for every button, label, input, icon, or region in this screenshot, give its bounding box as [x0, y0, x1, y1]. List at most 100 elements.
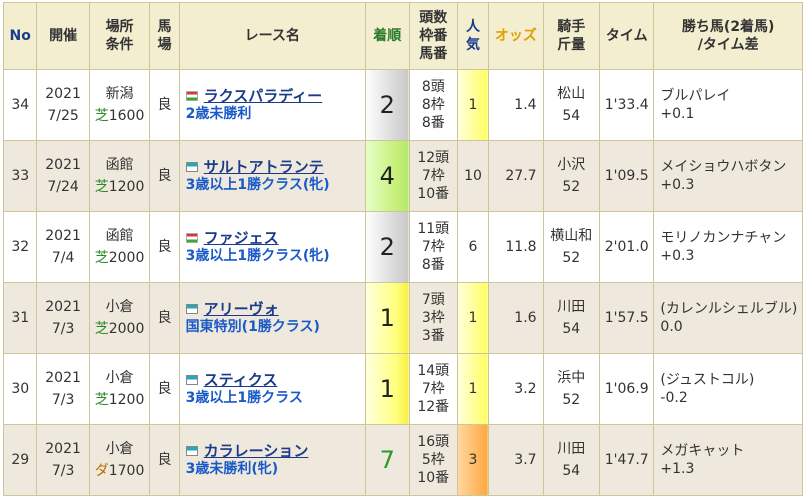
race-time: 2'01.0 [599, 211, 655, 283]
finish-position: 1 [364, 282, 410, 354]
finish-position: 1 [364, 353, 410, 425]
winner: メイショウハボタン +0.3 [653, 140, 803, 212]
jockey: 川田 54 [542, 424, 601, 496]
winner: メガキャット +1.3 [653, 424, 803, 496]
odds: 1.4 [488, 69, 544, 141]
table-row: 34 2021 7/25 新潟 芝1600 良ラクスパラディー 2歳未勝利 2 8頭 8枠 8番 1 1… [2, 69, 803, 141]
finish-position: 2 [364, 69, 410, 141]
race-time: 1'47.7 [599, 424, 655, 496]
finish-position: 7 [364, 424, 410, 496]
race-course: 函館 芝1200 [88, 140, 151, 212]
track-condition: 良 [149, 424, 180, 496]
popularity: 1 [456, 282, 490, 354]
horse-name-link[interactable]: スティクス [204, 371, 278, 389]
popularity: 1 [456, 69, 490, 141]
horse-name-link[interactable]: ラクスパラディー [204, 87, 323, 105]
col-race: レース名 [178, 2, 366, 70]
header-row: No 開催 場所 条件 馬場 レース名 着順 頭数 枠番 馬番 人気 オッズ 騎手 斤量… [2, 2, 803, 70]
table-row: 32 2021 7/4 函館 芝2000 良ファジェス 3歳以上1勝クラス(牝) 2 11頭 7枠… [2, 211, 803, 283]
col-time: タイム [599, 2, 655, 70]
horse-name-link[interactable]: アリーヴォ [204, 300, 279, 318]
race-class-link[interactable]: 2歳未勝利 [186, 105, 365, 123]
popularity: 3 [456, 424, 490, 496]
race-no: 30 [2, 353, 38, 425]
col-baba: 馬場 [149, 2, 180, 70]
horse-name-link[interactable]: ファジェス [204, 229, 279, 247]
race-course: 新潟 芝1600 [88, 69, 151, 141]
race-class-link[interactable]: 3歳未勝利(牝) [186, 460, 365, 478]
race-cell: ラクスパラディー 2歳未勝利 [178, 69, 366, 141]
jockey: 川田 54 [542, 282, 601, 354]
race-date: 2021 7/3 [36, 424, 90, 496]
race-date: 2021 7/25 [36, 69, 90, 141]
race-course: 小倉 ダ1700 [88, 424, 151, 496]
field-info: 16頭 5枠 10番 [408, 424, 458, 496]
winner: ブルパレイ +0.1 [653, 69, 803, 141]
race-cell: スティクス 3歳以上1勝クラス [178, 353, 366, 425]
table-row: 30 2021 7/3 小倉 芝1200 良スティクス 3歳以上1勝クラス 1 14頭 7枠 12番… [2, 353, 803, 425]
race-class-link[interactable]: 3歳以上1勝クラス(牝) [186, 247, 365, 265]
race-class-link[interactable]: 3歳以上1勝クラス [186, 389, 365, 407]
flag-icon [185, 375, 198, 385]
field-info: 7頭 3枠 3番 [408, 282, 458, 354]
col-odds[interactable]: オッズ [488, 2, 544, 70]
horse-name-link[interactable]: サルトアトランテ [204, 158, 324, 176]
odds: 1.6 [488, 282, 544, 354]
jockey: 横山和 52 [542, 211, 601, 283]
flag-icon [185, 446, 198, 456]
race-cell: カラレーション 3歳未勝利(牝) [178, 424, 366, 496]
field-info: 12頭 7枠 10番 [408, 140, 458, 212]
race-course: 函館 芝2000 [88, 211, 151, 283]
race-no: 34 [2, 69, 38, 141]
track-condition: 良 [149, 140, 180, 212]
field-info: 11頭 7枠 8番 [408, 211, 458, 283]
odds: 3.2 [488, 353, 544, 425]
col-jockey: 騎手 斤量 [542, 2, 601, 70]
col-course: 場所 条件 [88, 2, 151, 70]
popularity: 10 [456, 140, 490, 212]
race-date: 2021 7/4 [36, 211, 90, 283]
race-no: 31 [2, 282, 38, 354]
jockey: 松山 54 [542, 69, 601, 141]
field-info: 14頭 7枠 12番 [408, 353, 458, 425]
popularity: 6 [456, 211, 490, 283]
winner: (カレンルシェルブル) 0.0 [653, 282, 803, 354]
race-date: 2021 7/3 [36, 282, 90, 354]
race-cell: アリーヴォ 国東特別(1勝クラス) [178, 282, 366, 354]
race-no: 33 [2, 140, 38, 212]
race-date: 2021 7/3 [36, 353, 90, 425]
race-no: 29 [2, 424, 38, 496]
race-time: 1'09.5 [599, 140, 655, 212]
race-class-link[interactable]: 国東特別(1勝クラス) [186, 318, 365, 336]
col-no[interactable]: No [2, 2, 38, 70]
col-winner: 勝ち馬(2着馬)/タイム差 [653, 2, 803, 70]
odds: 27.7 [488, 140, 544, 212]
race-course: 小倉 芝2000 [88, 282, 151, 354]
table-row: 29 2021 7/3 小倉 ダ1700 良カラレーション 3歳未勝利(牝) 7 16頭 5枠 10… [2, 424, 803, 496]
race-time: 1'33.4 [599, 69, 655, 141]
jockey: 小沢 52 [542, 140, 601, 212]
col-chaku[interactable]: 着順 [364, 2, 410, 70]
table-row: 31 2021 7/3 小倉 芝2000 良アリーヴォ 国東特別(1勝クラス) 1 7頭 3枠 3番… [2, 282, 803, 354]
finish-position: 4 [364, 140, 410, 212]
race-cell: ファジェス 3歳以上1勝クラス(牝) [178, 211, 366, 283]
table-row: 33 2021 7/24 函館 芝1200 良サルトアトランテ 3歳以上1勝クラス(牝) 4 1… [2, 140, 803, 212]
track-condition: 良 [149, 282, 180, 354]
race-class-link[interactable]: 3歳以上1勝クラス(牝) [186, 176, 365, 194]
race-no: 32 [2, 211, 38, 283]
field-info: 8頭 8枠 8番 [408, 69, 458, 141]
race-date: 2021 7/24 [36, 140, 90, 212]
odds: 11.8 [488, 211, 544, 283]
race-time: 1'57.5 [599, 282, 655, 354]
odds: 3.7 [488, 424, 544, 496]
flag-icon [185, 233, 198, 243]
flag-icon [185, 91, 198, 101]
winner: (ジュストコル) -0.2 [653, 353, 803, 425]
track-condition: 良 [149, 353, 180, 425]
race-results-table: No 開催 場所 条件 馬場 レース名 着順 頭数 枠番 馬番 人気 オッズ 騎手 斤量… [2, 2, 803, 496]
flag-icon [185, 162, 198, 172]
col-ninki[interactable]: 人気 [456, 2, 490, 70]
horse-name-link[interactable]: カラレーション [204, 442, 309, 460]
col-date: 開催 [36, 2, 90, 70]
popularity: 1 [456, 353, 490, 425]
